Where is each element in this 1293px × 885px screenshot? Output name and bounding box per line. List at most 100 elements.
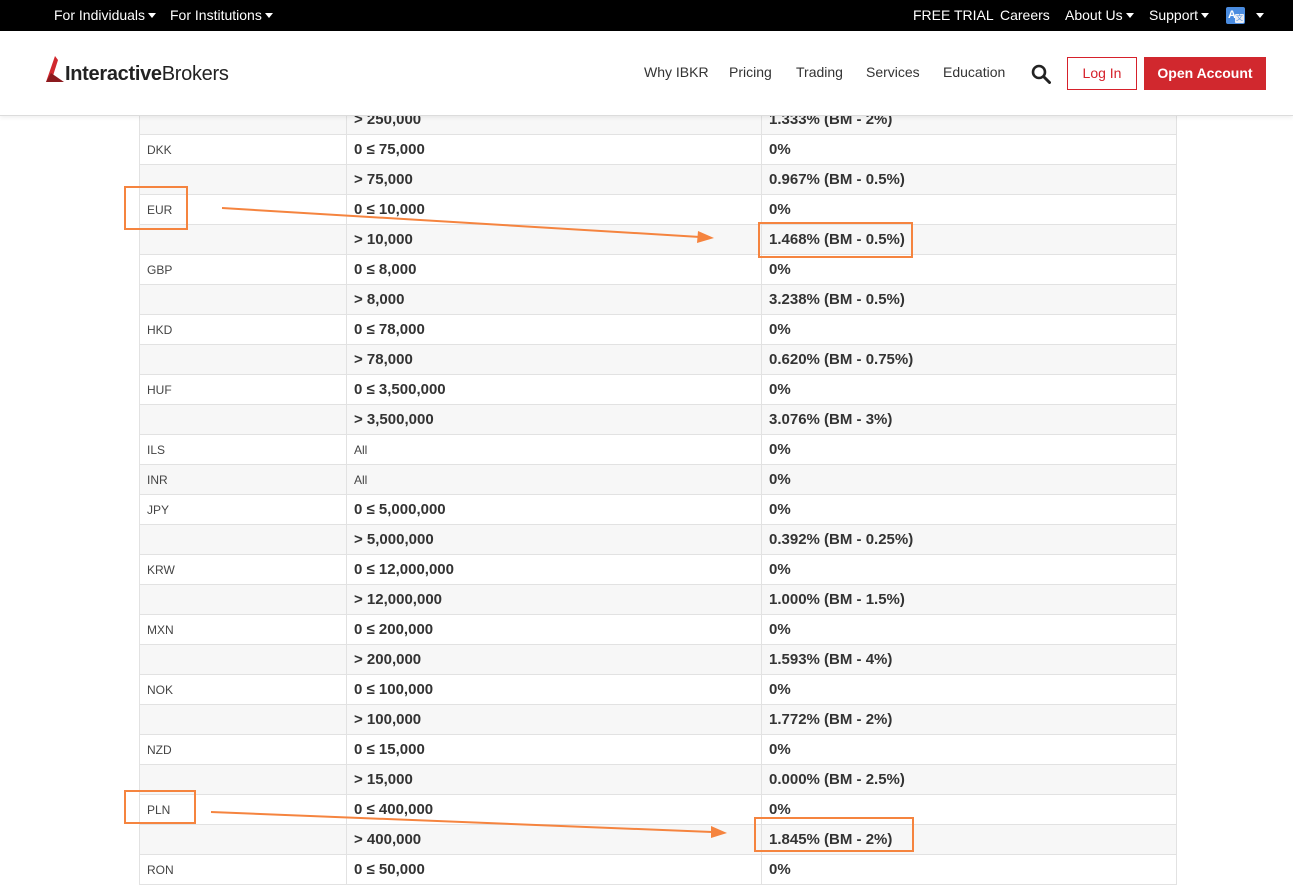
currency-cell: EUR xyxy=(139,194,347,225)
balance-range-cell: > 78,000 xyxy=(346,344,762,375)
balance-range-cell: 0 ≤ 5,000,000 xyxy=(346,494,762,525)
interest-rate-cell: 0% xyxy=(761,794,1177,825)
balance-range-cell: 0 ≤ 78,000 xyxy=(346,314,762,345)
top-utility-bar: For Individuals For Institutions FREE TR… xyxy=(0,0,1293,31)
balance-range-cell: 0 ≤ 15,000 xyxy=(346,734,762,765)
balance-range-cell: > 75,000 xyxy=(346,164,762,195)
interest-rate-cell: 0% xyxy=(761,854,1177,885)
currency-cell: DKK xyxy=(139,134,347,165)
table-row: RON 0 ≤ 50,000 0% xyxy=(139,854,1177,885)
interest-rate-cell: 0% xyxy=(761,674,1177,705)
interest-rate-cell: 1.468% (BM - 0.5%) xyxy=(761,224,1177,255)
balance-range-cell: All xyxy=(346,464,762,495)
search-icon[interactable] xyxy=(1031,64,1051,84)
about-us-label: About Us xyxy=(1065,7,1123,23)
currency-cell: HUF xyxy=(139,374,347,405)
table-row: GBP 0 ≤ 8,000 0% xyxy=(139,254,1177,285)
interest-rate-cell: 1.000% (BM - 1.5%) xyxy=(761,584,1177,615)
interest-rate-cell: 0.000% (BM - 2.5%) xyxy=(761,764,1177,795)
table-row: EUR 0 ≤ 10,000 0% xyxy=(139,194,1177,225)
balance-range-cell: > 12,000,000 xyxy=(346,584,762,615)
interest-rate-cell: 1.772% (BM - 2%) xyxy=(761,704,1177,735)
interest-rate-cell: 0.392% (BM - 0.25%) xyxy=(761,524,1177,555)
table-row: > 12,000,000 1.000% (BM - 1.5%) xyxy=(139,584,1177,615)
nav-why-ibkr[interactable]: Why IBKR xyxy=(644,64,709,80)
currency-cell: NZD xyxy=(139,734,347,765)
careers-link[interactable]: Careers xyxy=(1000,0,1050,31)
balance-range-cell: 0 ≤ 50,000 xyxy=(346,854,762,885)
chevron-down-icon xyxy=(264,13,273,18)
balance-range-cell: 0 ≤ 75,000 xyxy=(346,134,762,165)
free-trial-link[interactable]: FREE TRIAL xyxy=(913,0,994,31)
currency-cell xyxy=(139,704,347,735)
interest-rate-cell: 0.967% (BM - 0.5%) xyxy=(761,164,1177,195)
chevron-down-icon xyxy=(1125,13,1134,18)
balance-range-cell: > 5,000,000 xyxy=(346,524,762,555)
interest-rate-cell: 0% xyxy=(761,254,1177,285)
currency-cell: NOK xyxy=(139,674,347,705)
table-row: HUF 0 ≤ 3,500,000 0% xyxy=(139,374,1177,405)
language-translate-icon[interactable]: A文 xyxy=(1226,7,1245,24)
table-row: > 10,000 1.468% (BM - 0.5%) xyxy=(139,224,1177,255)
table-row: > 75,000 0.967% (BM - 0.5%) xyxy=(139,164,1177,195)
table-row: ILS All 0% xyxy=(139,434,1177,465)
table-row: JPY 0 ≤ 5,000,000 0% xyxy=(139,494,1177,525)
table-row: PLN 0 ≤ 400,000 0% xyxy=(139,794,1177,825)
ib-logo-mark-icon xyxy=(46,56,64,82)
for-individuals-menu[interactable]: For Individuals xyxy=(54,0,157,31)
for-individuals-label: For Individuals xyxy=(54,7,146,23)
currency-cell xyxy=(139,824,347,855)
for-institutions-label: For Institutions xyxy=(170,7,262,23)
balance-range-cell: > 200,000 xyxy=(346,644,762,675)
table-row: > 5,000,000 0.392% (BM - 0.25%) xyxy=(139,524,1177,555)
interest-rate-cell: 1.593% (BM - 4%) xyxy=(761,644,1177,675)
logo-text-light: Brokers xyxy=(161,63,229,85)
nav-pricing[interactable]: Pricing xyxy=(729,64,772,80)
currency-cell xyxy=(139,284,347,315)
balance-range-cell: 0 ≤ 200,000 xyxy=(346,614,762,645)
currency-cell: MXN xyxy=(139,614,347,645)
logo-text-bold: Interactive xyxy=(65,63,162,85)
currency-cell: ILS xyxy=(139,434,347,465)
table-row: > 3,500,000 3.076% (BM - 3%) xyxy=(139,404,1177,435)
interest-rate-cell: 0% xyxy=(761,494,1177,525)
balance-range-cell: 0 ≤ 100,000 xyxy=(346,674,762,705)
for-institutions-menu[interactable]: For Institutions xyxy=(170,0,273,31)
interest-rate-cell: 3.238% (BM - 0.5%) xyxy=(761,284,1177,315)
support-label: Support xyxy=(1149,7,1199,23)
nav-services[interactable]: Services xyxy=(866,64,920,80)
currency-cell xyxy=(139,344,347,375)
balance-range-cell: 0 ≤ 8,000 xyxy=(346,254,762,285)
currency-cell: PLN xyxy=(139,794,347,825)
currency-cell: KRW xyxy=(139,554,347,585)
open-account-button[interactable]: Open Account xyxy=(1144,57,1266,90)
table-row: KRW 0 ≤ 12,000,000 0% xyxy=(139,554,1177,585)
chevron-down-icon[interactable] xyxy=(1256,13,1264,18)
interest-rate-cell: 0% xyxy=(761,134,1177,165)
currency-cell: GBP xyxy=(139,254,347,285)
interest-rate-cell: 0% xyxy=(761,554,1177,585)
about-us-menu[interactable]: About Us xyxy=(1065,0,1134,31)
currency-cell: HKD xyxy=(139,314,347,345)
nav-education[interactable]: Education xyxy=(943,64,1005,80)
interest-rate-cell: 0.620% (BM - 0.75%) xyxy=(761,344,1177,375)
table-row: > 100,000 1.772% (BM - 2%) xyxy=(139,704,1177,735)
interest-rate-cell: 0% xyxy=(761,314,1177,345)
currency-cell xyxy=(139,644,347,675)
nav-trading[interactable]: Trading xyxy=(796,64,843,80)
interest-rate-cell: 0% xyxy=(761,464,1177,495)
table-row: > 400,000 1.845% (BM - 2%) xyxy=(139,824,1177,855)
interest-rate-cell: 0% xyxy=(761,374,1177,405)
chevron-down-icon xyxy=(1201,13,1210,18)
table-row: HKD 0 ≤ 78,000 0% xyxy=(139,314,1177,345)
currency-cell: INR xyxy=(139,464,347,495)
balance-range-cell: > 400,000 xyxy=(346,824,762,855)
log-in-button[interactable]: Log In xyxy=(1067,57,1137,90)
currency-cell xyxy=(139,764,347,795)
interest-rate-cell: 3.076% (BM - 3%) xyxy=(761,404,1177,435)
currency-cell: RON xyxy=(139,854,347,885)
table-row: > 8,000 3.238% (BM - 0.5%) xyxy=(139,284,1177,315)
support-menu[interactable]: Support xyxy=(1149,0,1210,31)
balance-range-cell: > 3,500,000 xyxy=(346,404,762,435)
interest-rate-cell: 1.845% (BM - 2%) xyxy=(761,824,1177,855)
